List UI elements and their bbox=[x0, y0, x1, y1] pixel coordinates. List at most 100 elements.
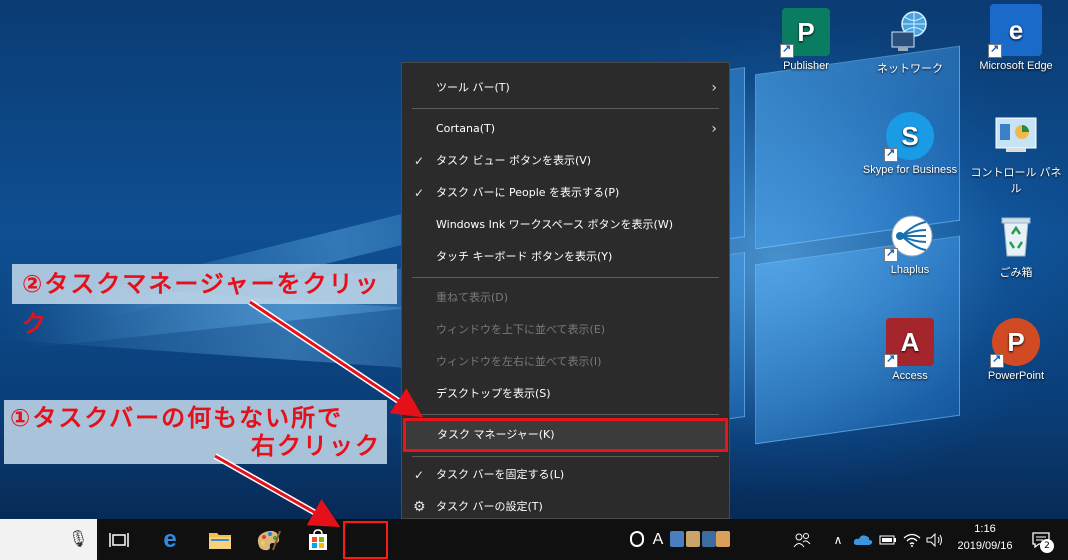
desktop-icon-powerpoint[interactable]: P PowerPoint bbox=[968, 318, 1064, 382]
cloud-icon bbox=[853, 534, 873, 545]
desktop-icon-label: PowerPoint bbox=[987, 370, 1045, 382]
shortcut-arrow-icon bbox=[884, 352, 898, 368]
desktop-icon-lhaplus[interactable]: Lhaplus bbox=[862, 212, 958, 276]
chevron-right-icon: › bbox=[711, 121, 717, 137]
onedrive-button[interactable] bbox=[852, 519, 874, 560]
people-button[interactable] bbox=[790, 519, 814, 560]
folder-icon bbox=[209, 532, 231, 549]
taskbar[interactable]: 🎙 e A ∧ 1:16 2019/09/16 2 bbox=[0, 519, 1068, 560]
menu-item-label: タスク ビュー ボタンを表示(V) bbox=[436, 154, 592, 167]
menu-item-label: タスク バーに People を表示する(P) bbox=[436, 186, 620, 199]
annotation-step1-line2: 右クリック bbox=[251, 432, 381, 460]
recycle-bin-icon bbox=[992, 212, 1040, 260]
volume-button[interactable] bbox=[925, 519, 945, 560]
menu-item-show-desktop[interactable]: デスクトップを表示(S) bbox=[402, 379, 729, 409]
gear-icon: ⚙ bbox=[413, 499, 426, 515]
menu-item-label: Cortana(T) bbox=[436, 122, 496, 135]
menu-item-label: タスク バーの設定(T) bbox=[436, 500, 543, 513]
desktop-icon-label: Publisher bbox=[783, 60, 829, 72]
battery-icon bbox=[879, 535, 896, 544]
app-tray-icon[interactable] bbox=[686, 531, 700, 547]
menu-divider bbox=[412, 108, 719, 109]
notification-count-badge: 2 bbox=[1040, 539, 1054, 553]
app-tray-icon[interactable] bbox=[702, 531, 716, 547]
app-tray-icon[interactable] bbox=[716, 531, 730, 547]
clock-date: 2019/09/16 bbox=[957, 540, 1013, 552]
menu-item-label: Windows Ink ワークスペース ボタンを表示(W) bbox=[436, 218, 673, 231]
desktop-icon-publisher[interactable]: P Publisher bbox=[758, 8, 854, 72]
menu-item-cortana[interactable]: Cortana(T) › bbox=[402, 114, 729, 144]
menu-item-show-task-view-button[interactable]: ✓ タスク ビュー ボタンを表示(V) bbox=[402, 146, 729, 176]
publisher-icon: P bbox=[780, 8, 830, 58]
access-icon: A bbox=[884, 318, 934, 368]
menu-item-show-windows-ink-button[interactable]: Windows Ink ワークスペース ボタンを表示(W) bbox=[402, 210, 729, 240]
shortcut-arrow-icon bbox=[884, 146, 898, 162]
empty-taskbar-area-highlight bbox=[343, 521, 388, 559]
menu-item-label: タスク マネージャー(K) bbox=[437, 428, 555, 441]
annotation-step1: ①タスクバーの何もない所で 右クリック bbox=[4, 400, 387, 464]
task-view-button[interactable] bbox=[97, 519, 141, 560]
desktop-icon-control-panel[interactable]: コントロール パネル bbox=[968, 112, 1064, 196]
ime-indicator[interactable]: A bbox=[650, 519, 666, 560]
battery-button[interactable] bbox=[878, 519, 898, 560]
checkmark-icon: ✓ bbox=[414, 154, 425, 168]
control-panel-icon bbox=[992, 112, 1040, 160]
wifi-button[interactable] bbox=[902, 519, 922, 560]
skype-icon: S bbox=[884, 112, 934, 162]
menu-item-label: 重ねて表示(D) bbox=[436, 291, 509, 304]
menu-item-task-manager[interactable]: タスク マネージャー(K) bbox=[403, 418, 728, 452]
checkmark-icon: ✓ bbox=[414, 468, 425, 482]
menu-item-label: タスク バーを固定する(L) bbox=[436, 468, 565, 481]
desktop-icon-network[interactable]: ネットワーク bbox=[862, 8, 958, 76]
desktop-icon-edge[interactable]: e Microsoft Edge bbox=[968, 4, 1064, 72]
menu-item-cascade-windows: 重ねて表示(D) bbox=[402, 283, 729, 313]
chevron-right-icon: › bbox=[711, 80, 717, 96]
people-icon bbox=[793, 532, 811, 547]
store-button[interactable] bbox=[296, 519, 340, 560]
search-box[interactable]: 🎙 bbox=[0, 519, 97, 560]
ime-mode-text: A bbox=[652, 530, 664, 548]
menu-item-lock-taskbar[interactable]: ✓ タスク バーを固定する(L) bbox=[402, 460, 729, 490]
task-view-icon bbox=[109, 532, 129, 547]
menu-item-show-people[interactable]: ✓ タスク バーに People を表示する(P) bbox=[402, 178, 729, 208]
edge-taskbar-button[interactable]: e bbox=[148, 519, 192, 560]
lhaplus-icon bbox=[884, 212, 934, 262]
menu-item-taskbar-settings[interactable]: ⚙ タスク バーの設定(T) bbox=[402, 492, 729, 522]
palette-icon bbox=[257, 530, 281, 550]
app-tray-icon[interactable] bbox=[670, 531, 684, 547]
desktop-icon-access[interactable]: A Access bbox=[862, 318, 958, 382]
network-icon bbox=[886, 8, 934, 56]
powerpoint-icon: P bbox=[990, 318, 1040, 368]
menu-item-show-touch-keyboard-button[interactable]: タッチ キーボード ボタンを表示(Y) bbox=[402, 242, 729, 272]
desktop-icon-label: Skype for Business bbox=[862, 164, 958, 176]
desktop-icon-skype[interactable]: S Skype for Business bbox=[862, 112, 958, 176]
menu-item-label: ウィンドウを左右に並べて表示(I) bbox=[436, 355, 602, 368]
menu-item-toolbars[interactable]: ツール バー(T) › bbox=[402, 73, 729, 103]
clock-time: 1:16 bbox=[974, 523, 996, 535]
show-hidden-icons-button[interactable]: ∧ bbox=[830, 519, 846, 560]
app-tray-icon[interactable] bbox=[630, 531, 644, 547]
menu-item-label: タッチ キーボード ボタンを表示(Y) bbox=[436, 250, 613, 263]
action-center-button[interactable]: 2 bbox=[1026, 519, 1056, 560]
annotation-step1-line1: ①タスクバーの何もない所で bbox=[10, 404, 344, 432]
wifi-icon bbox=[903, 533, 921, 547]
shortcut-arrow-icon bbox=[884, 246, 898, 262]
clock[interactable]: 1:16 2019/09/16 bbox=[948, 521, 1022, 555]
menu-divider bbox=[412, 456, 719, 457]
menu-item-side-by-side-windows: ウィンドウを左右に並べて表示(I) bbox=[402, 347, 729, 377]
desktop-icon-label: ごみ箱 bbox=[999, 267, 1033, 279]
desktop-icon-label: Access bbox=[892, 370, 928, 382]
desktop-icon-recycle-bin[interactable]: ごみ箱 bbox=[968, 212, 1064, 280]
menu-item-stack-windows: ウィンドウを上下に並べて表示(E) bbox=[402, 315, 729, 345]
menu-divider bbox=[412, 414, 719, 415]
desktop-icon-label: Lhaplus bbox=[890, 264, 930, 276]
shortcut-arrow-icon bbox=[990, 352, 1004, 368]
edge-icon: e bbox=[988, 4, 1042, 58]
store-icon bbox=[309, 528, 327, 550]
paint-button[interactable] bbox=[246, 519, 290, 560]
annotation-step2: ②タスクマネージャーをクリック bbox=[12, 264, 397, 338]
microphone-icon[interactable]: 🎙 bbox=[68, 529, 88, 548]
menu-item-label: ウィンドウを上下に並べて表示(E) bbox=[436, 323, 606, 336]
edge-icon: e bbox=[163, 525, 177, 553]
file-explorer-button[interactable] bbox=[198, 519, 242, 560]
